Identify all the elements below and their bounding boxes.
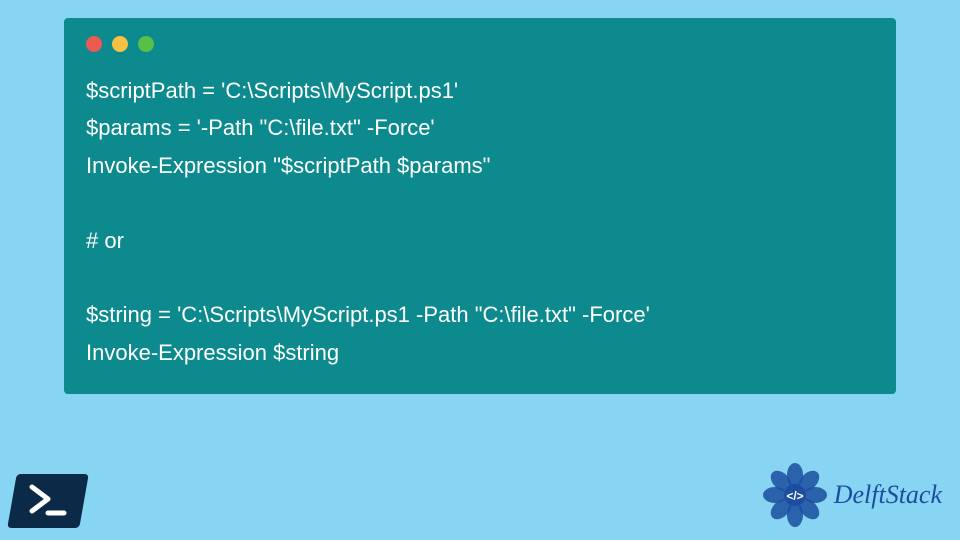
svg-text:</>: </> [786, 489, 803, 503]
powershell-prompt-icon [26, 483, 70, 519]
brand-logo: </> DelftStack [760, 460, 942, 530]
close-dot-icon [86, 36, 102, 52]
code-line: $scriptPath = 'C:\Scripts\MyScript.ps1' [86, 78, 458, 103]
code-line: $params = '-Path "C:\file.txt" -Force' [86, 115, 435, 140]
minimize-dot-icon [112, 36, 128, 52]
powershell-icon [12, 474, 84, 528]
code-line: Invoke-Expression "$scriptPath $params" [86, 153, 490, 178]
code-block: $scriptPath = 'C:\Scripts\MyScript.ps1' … [86, 72, 874, 371]
mandala-icon: </> [760, 460, 830, 530]
code-window: $scriptPath = 'C:\Scripts\MyScript.ps1' … [64, 18, 896, 394]
window-controls [86, 36, 874, 52]
maximize-dot-icon [138, 36, 154, 52]
code-line: $string = 'C:\Scripts\MyScript.ps1 -Path… [86, 302, 650, 327]
code-line: Invoke-Expression $string [86, 340, 339, 365]
brand-name: DelftStack [834, 480, 942, 510]
code-line: # or [86, 228, 124, 253]
